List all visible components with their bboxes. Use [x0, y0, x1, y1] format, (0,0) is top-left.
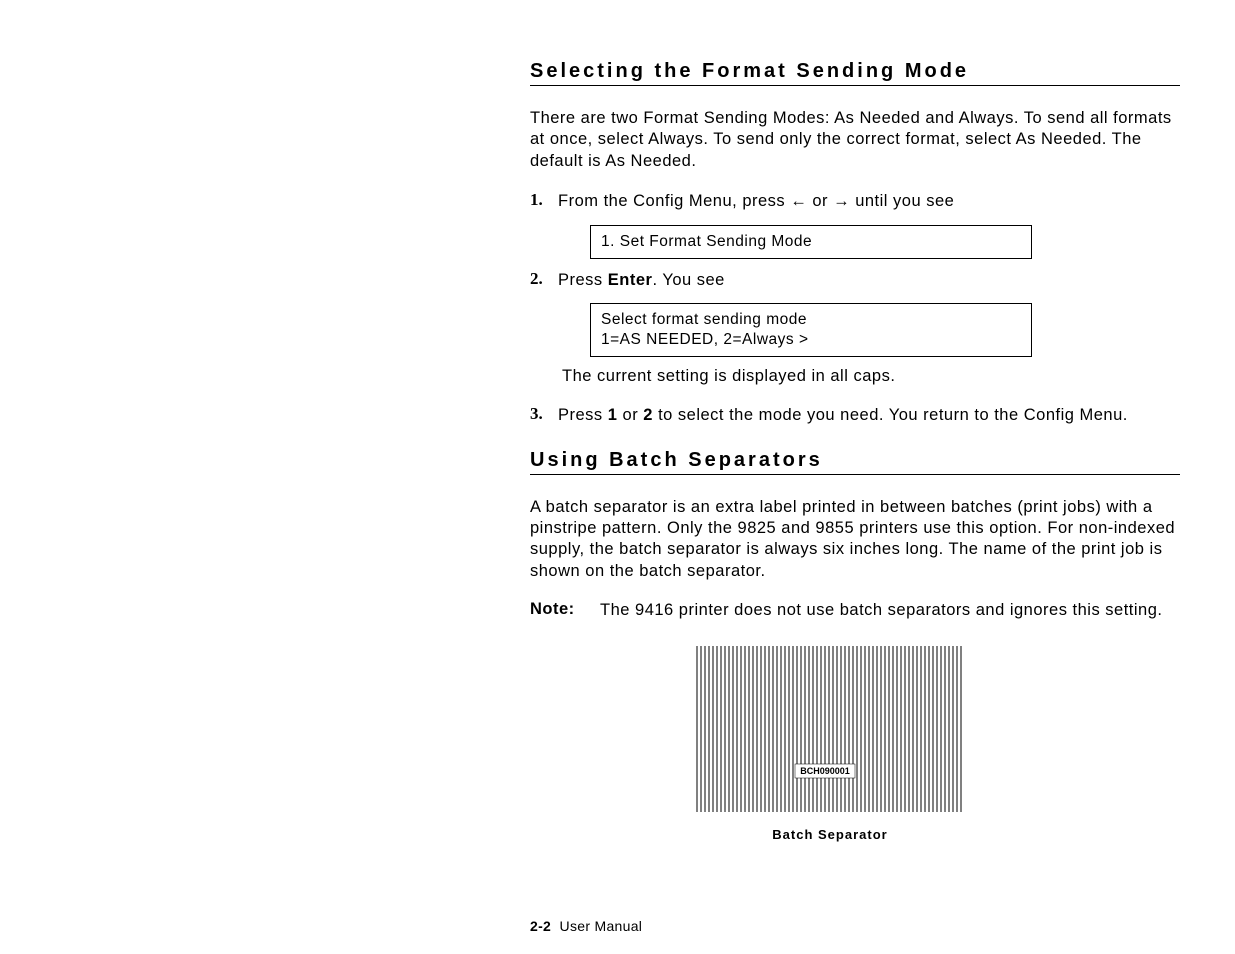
figure-caption: Batch Separator [670, 827, 990, 842]
step-1: 1. From the Config Menu, press ← or → un… [530, 190, 1180, 212]
display-box-2: Select format sending mode 1=AS NEEDED, … [590, 303, 1180, 357]
note-block: Note: The 9416 printer does not use batc… [530, 600, 1180, 621]
text: Press [558, 271, 608, 289]
lcd-display: 1. Set Format Sending Mode [590, 225, 1032, 259]
note-body: The 9416 printer does not use batch sepa… [600, 600, 1180, 621]
step-2: 2. Press Enter. You see [530, 269, 1180, 291]
footer-title: User Manual [560, 918, 643, 934]
key-2: 2 [643, 406, 653, 424]
text: or [617, 406, 643, 424]
note-label: Note: [530, 600, 600, 619]
arrow-right-icon: → [833, 192, 850, 210]
step-number: 3. [530, 404, 558, 426]
step-number: 1. [530, 190, 558, 212]
step-number: 2. [530, 269, 558, 291]
lcd-line-1: Select format sending mode [601, 310, 1021, 330]
text: to select the mode you need. You return … [653, 406, 1128, 424]
display-box-1: 1. Set Format Sending Mode [590, 225, 1180, 259]
content-area: Selecting the Format Sending Mode There … [530, 60, 1180, 842]
text: Press [558, 406, 608, 424]
lcd-line-2: 1=AS NEEDED, 2=Always > [601, 330, 1021, 350]
arrow-left-icon: ← [790, 192, 807, 210]
step-3: 3. Press 1 or 2 to select the mode you n… [530, 404, 1180, 426]
section-heading-2: Using Batch Separators [530, 449, 1180, 475]
batch-separator-figure: BCH090001 Batch Separator [670, 644, 990, 842]
page-number: 2-2 [530, 918, 551, 934]
text: From the Config Menu, press [558, 192, 790, 210]
step-text: From the Config Menu, press ← or → until… [558, 190, 1180, 212]
section-heading-1: Selecting the Format Sending Mode [530, 60, 1180, 86]
intro-paragraph-1: There are two Format Sending Modes: As N… [530, 108, 1180, 172]
lcd-display: Select format sending mode 1=AS NEEDED, … [590, 303, 1032, 357]
text: . You see [652, 271, 724, 289]
step-2-note: The current setting is displayed in all … [562, 367, 1180, 386]
key-enter: Enter [608, 271, 653, 289]
pinstripe-label-icon: BCH090001 [695, 644, 965, 814]
figure-label-text: BCH090001 [800, 766, 850, 776]
key-1: 1 [608, 406, 618, 424]
page-footer: 2-2 User Manual [530, 918, 642, 934]
intro-paragraph-2: A batch separator is an extra label prin… [530, 497, 1180, 583]
step-text: Press 1 or 2 to select the mode you need… [558, 404, 1180, 426]
text: until you see [850, 192, 954, 210]
text: or [807, 192, 833, 210]
step-text: Press Enter. You see [558, 269, 1180, 291]
